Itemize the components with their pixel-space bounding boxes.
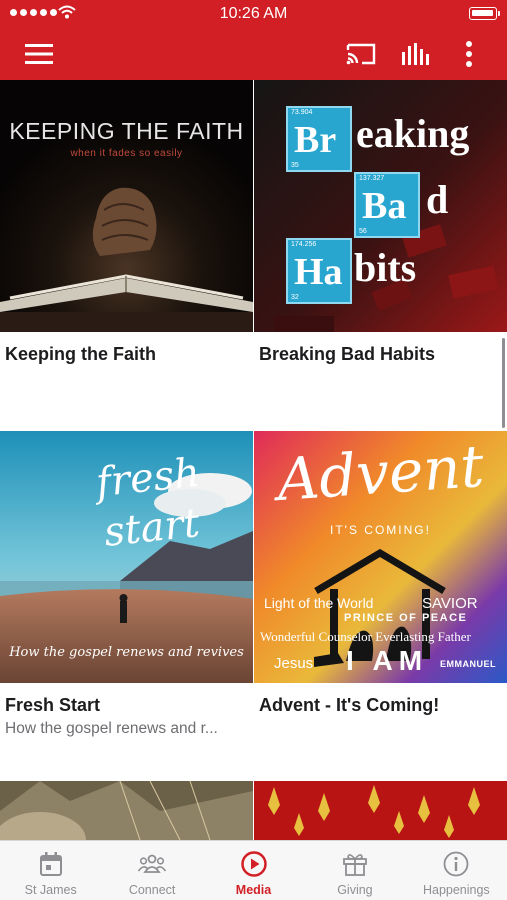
tab-happenings[interactable]: Happenings <box>406 841 507 900</box>
series-thumbnail[interactable]: fresh start How the gospel renews and re… <box>0 431 253 683</box>
art-tagline: How the gospel renews and revives <box>9 645 244 660</box>
battery-icon <box>469 7 500 20</box>
vertical-ellipsis-icon[interactable] <box>451 36 487 72</box>
tab-label: Media <box>235 883 272 897</box>
series-title: Keeping the Faith <box>5 344 157 364</box>
art-tagline: when it fades so easily <box>70 148 183 159</box>
tab-media[interactable]: Media <box>203 841 304 900</box>
status-time: 10:26 AM <box>219 5 288 22</box>
people-group-icon <box>137 854 167 873</box>
app-header: 10:26 AM <box>0 0 507 80</box>
status-bar: 10:26 AM <box>0 0 507 28</box>
gift-icon <box>343 854 367 876</box>
hamburger-menu-icon[interactable] <box>21 36 57 72</box>
info-circle-icon <box>443 851 469 877</box>
cast-icon[interactable] <box>343 36 379 72</box>
series-card-keeping-the-faith[interactable]: KEEPING THE FAITH when it fades so easil… <box>0 80 253 430</box>
series-card-breaking-bad-habits[interactable]: 73.904 Br 35 eaking 137.327 Ba 56 d 174.… <box>254 80 507 430</box>
tab-giving[interactable]: Giving <box>304 841 405 900</box>
tab-label: St James <box>24 883 77 897</box>
series-subtitle: How the gospel renews and r... <box>5 720 218 737</box>
media-series-grid: KEEPING THE FAITH when it fades so easil… <box>0 80 507 840</box>
nav-bar <box>0 28 507 80</box>
series-thumbnail[interactable]: KEEPING THE FAITH when it fades so easil… <box>0 80 253 332</box>
series-card-partial[interactable] <box>254 781 507 840</box>
series-title: Breaking Bad Habits <box>259 344 436 364</box>
series-card-advent[interactable]: Advent IT'S COMING! Light of the World S… <box>254 431 507 781</box>
element-tile: 137.327 Ba 56 <box>354 172 420 238</box>
art-word: d <box>426 177 449 222</box>
tab-label: Happenings <box>422 883 490 897</box>
series-card-partial[interactable] <box>0 781 253 840</box>
audio-bars-icon[interactable] <box>397 36 433 72</box>
tab-connect[interactable]: Connect <box>101 841 202 900</box>
element-tile: 174.256 Ha 32 <box>286 238 352 304</box>
series-thumbnail[interactable]: 73.904 Br 35 eaking 137.327 Ba 56 d 174.… <box>254 80 507 332</box>
calendar-icon <box>39 852 62 876</box>
art-headline: KEEPING THE FAITH <box>9 118 244 144</box>
series-thumbnail[interactable] <box>0 781 253 840</box>
tab-label: Connect <box>128 883 176 897</box>
tab-bar: St James Connect Media Giving Happenings <box>0 840 507 900</box>
tab-st-james[interactable]: St James <box>0 841 101 900</box>
element-tile: 73.904 Br 35 <box>286 106 352 172</box>
art-word: eaking <box>356 111 470 156</box>
series-title: Fresh Start <box>5 695 101 715</box>
scrollbar[interactable] <box>502 338 505 428</box>
series-title: Advent - It's Coming! <box>259 695 440 715</box>
art-word: bits <box>354 245 417 290</box>
series-card-fresh-start[interactable]: fresh start How the gospel renews and re… <box>0 431 253 781</box>
series-thumbnail[interactable]: Advent IT'S COMING! Light of the World S… <box>254 431 507 683</box>
tab-label: Giving <box>337 883 373 897</box>
play-circle-icon <box>240 851 267 877</box>
art-tagline: IT'S COMING! <box>330 523 431 537</box>
series-thumbnail[interactable] <box>254 781 507 840</box>
